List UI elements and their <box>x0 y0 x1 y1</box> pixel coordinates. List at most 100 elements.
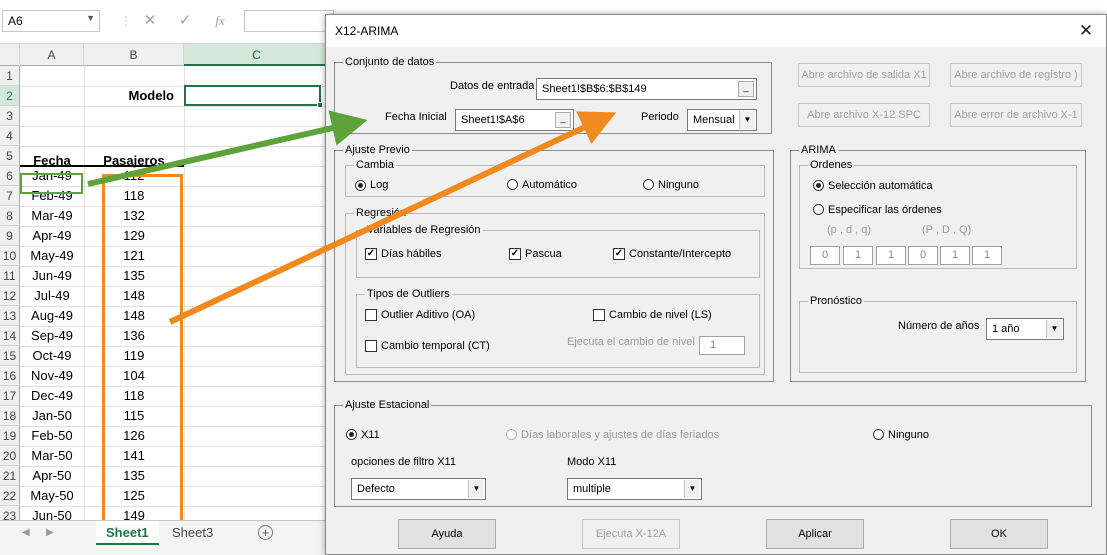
row-header-9[interactable]: 9 <box>0 226 20 246</box>
fecha-cell[interactable]: Dec-49 <box>20 386 84 406</box>
name-box[interactable]: A6 ▼ <box>2 10 100 32</box>
row-header-1[interactable]: 1 <box>0 66 20 86</box>
row-header-18[interactable]: 18 <box>0 406 20 426</box>
row-header-13[interactable]: 13 <box>0 306 20 326</box>
row-header-8[interactable]: 8 <box>0 206 20 226</box>
fecha-cell[interactable]: Nov-49 <box>20 366 84 386</box>
row-header-3[interactable]: 3 <box>0 106 20 126</box>
row-header-14[interactable]: 14 <box>0 326 20 346</box>
fecha-cell[interactable]: Apr-50 <box>20 466 84 486</box>
scroll-right-icon[interactable]: ▶ <box>46 527 54 538</box>
row-header-19[interactable]: 19 <box>0 426 20 446</box>
cambio-nivel-checkbox[interactable] <box>593 309 605 321</box>
row-header-16[interactable]: 16 <box>0 366 20 386</box>
ninguno-estacional-radio[interactable] <box>873 429 884 440</box>
order-Q-input[interactable]: 1 <box>972 246 1002 265</box>
chevron-down-icon[interactable]: ▼ <box>468 480 484 498</box>
cambio-temporal-checkbox[interactable] <box>365 340 377 352</box>
abre-salida-button[interactable]: Abre archivo de salida X1 <box>798 63 930 87</box>
x11-label[interactable]: X11 <box>361 429 380 441</box>
outlier-aditivo-label[interactable]: Outlier Aditivo (OA) <box>381 309 475 321</box>
add-sheet-icon[interactable]: + <box>258 525 273 540</box>
row-header-21[interactable]: 21 <box>0 466 20 486</box>
log-radio[interactable] <box>355 180 366 191</box>
numero-anios-select[interactable]: 1 año ▼ <box>986 318 1064 340</box>
row-header-11[interactable]: 11 <box>0 266 20 286</box>
select-all-corner[interactable] <box>0 44 20 66</box>
dias-laborales-label[interactable]: Días laborales y ajustes de días feriado… <box>521 429 719 441</box>
row-header-5[interactable]: 5 <box>0 146 20 166</box>
column-header-c[interactable]: C <box>184 44 330 66</box>
periodo-select[interactable]: Mensual ▼ <box>687 109 757 131</box>
fecha-cell[interactable]: Mar-50 <box>20 446 84 466</box>
dias-habiles-checkbox[interactable]: ✓ <box>365 248 377 260</box>
order-d-input[interactable]: 1 <box>843 246 873 265</box>
column-header-b[interactable]: B <box>84 44 184 66</box>
formula-input[interactable] <box>244 10 334 32</box>
fecha-cell[interactable]: Jun-50 <box>20 506 84 520</box>
row-header-20[interactable]: 20 <box>0 446 20 466</box>
row-header-6[interactable]: 6 <box>0 166 20 186</box>
chevron-down-icon[interactable]: ▼ <box>86 13 95 23</box>
selected-cell-c2[interactable] <box>184 85 321 106</box>
automatico-radio[interactable] <box>507 179 518 190</box>
fecha-inicial-input[interactable]: Sheet1!$A$6 _ <box>455 109 574 131</box>
cambio-temporal-label[interactable]: Cambio temporal (CT) <box>381 340 490 352</box>
constante-label[interactable]: Constante/Intercepto <box>629 248 731 260</box>
collapse-range-icon[interactable]: _ <box>555 112 571 128</box>
fecha-cell[interactable]: Apr-49 <box>20 226 84 246</box>
order-p-input[interactable]: 0 <box>810 246 840 265</box>
modo-x11-select[interactable]: multiple ▼ <box>567 478 702 500</box>
column-header-a[interactable]: A <box>20 44 84 66</box>
chevron-down-icon[interactable]: ▼ <box>739 111 755 129</box>
ninguno-radio[interactable] <box>643 179 654 190</box>
row-header-22[interactable]: 22 <box>0 486 20 506</box>
fecha-cell[interactable]: Jul-49 <box>20 286 84 306</box>
filtro-x11-select[interactable]: Defecto ▼ <box>351 478 486 500</box>
fecha-cell[interactable]: Aug-49 <box>20 306 84 326</box>
abre-spc-button[interactable]: Abre archivo X-12 SPC <box>798 103 930 127</box>
pascua-label[interactable]: Pascua <box>525 248 562 260</box>
row-header-17[interactable]: 17 <box>0 386 20 406</box>
fecha-cell[interactable]: Sep-49 <box>20 326 84 346</box>
collapse-range-icon[interactable]: _ <box>738 81 754 97</box>
order-D-input[interactable]: 1 <box>940 246 970 265</box>
pascua-checkbox[interactable]: ✓ <box>509 248 521 260</box>
row-header-4[interactable]: 4 <box>0 126 20 146</box>
abre-error-button[interactable]: Abre error de archivo X-1 <box>950 103 1082 127</box>
fecha-cell[interactable]: Feb-50 <box>20 426 84 446</box>
fecha-cell[interactable]: Jan-50 <box>20 406 84 426</box>
ninguno-estacional-label[interactable]: Ninguno <box>888 429 929 441</box>
order-q-input[interactable]: 1 <box>876 246 906 265</box>
row-header-10[interactable]: 10 <box>0 246 20 266</box>
ayuda-button[interactable]: Ayuda <box>398 519 496 549</box>
insert-function-icon[interactable]: fx <box>210 10 230 32</box>
enter-icon[interactable]: ✓ <box>175 10 195 32</box>
fecha-cell[interactable]: May-50 <box>20 486 84 506</box>
automatico-label[interactable]: Automático <box>522 179 577 191</box>
row-header-7[interactable]: 7 <box>0 186 20 206</box>
especificar-ordenes-label[interactable]: Especificar las órdenes <box>828 204 942 216</box>
especificar-ordenes-radio[interactable] <box>813 204 824 215</box>
sheet-tab-sheet1[interactable]: Sheet1 <box>96 521 159 545</box>
close-icon[interactable]: ✕ <box>1066 15 1106 47</box>
dialog-titlebar[interactable]: X12-ARIMA ✕ <box>326 15 1106 47</box>
seleccion-automatica-radio[interactable] <box>813 180 824 191</box>
constante-checkbox[interactable]: ✓ <box>613 248 625 260</box>
sheet-tab-sheet3[interactable]: Sheet3 <box>162 521 223 545</box>
row-header-23[interactable]: 23 <box>0 506 20 520</box>
abre-registro-button[interactable]: Abre archivo de registro ) <box>950 63 1082 87</box>
seleccion-automatica-label[interactable]: Selección automática <box>828 180 933 192</box>
order-P-input[interactable]: 0 <box>908 246 938 265</box>
cancel-icon[interactable]: ✕ <box>140 10 160 32</box>
row-header-2[interactable]: 2 <box>0 86 20 106</box>
fecha-cell[interactable]: Mar-49 <box>20 206 84 226</box>
worksheet-grid[interactable]: A B C 1 2 3 4 5 6 7 8 9 10 11 12 13 14 15 16 17 18 19 20 21 2… <box>0 44 330 520</box>
fecha-cell[interactable]: May-49 <box>20 246 84 266</box>
ok-button[interactable]: OK <box>950 519 1048 549</box>
log-label[interactable]: Log <box>370 179 388 191</box>
fill-handle[interactable] <box>317 102 323 108</box>
ejecuta-x12a-button[interactable]: Ejecuta X-12A <box>582 519 680 549</box>
chevron-down-icon[interactable]: ▼ <box>684 480 700 498</box>
ninguno-label[interactable]: Ninguno <box>658 179 699 191</box>
